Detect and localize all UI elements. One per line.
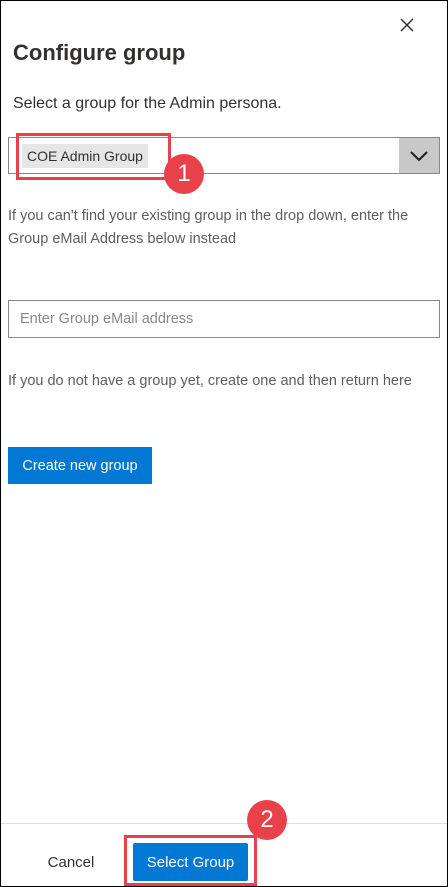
step-badge-2: 2 [247, 800, 287, 840]
group-email-input[interactable] [8, 300, 440, 338]
chevron-down-icon [410, 150, 428, 161]
cancel-button[interactable]: Cancel [36, 843, 106, 881]
highlight-box-1 [16, 133, 171, 180]
subtitle: Select a group for the Admin persona. [13, 95, 282, 112]
help-text-dropdown: If you can't find your existing group in… [8, 208, 409, 247]
create-new-group-button[interactable]: Create new group [8, 447, 152, 484]
highlight-box-2 [124, 835, 257, 886]
help-text-create: If you do not have a group yet, create o… [8, 373, 412, 389]
footer-divider [0, 823, 448, 824]
close-icon [400, 18, 414, 32]
page-title: Configure group [13, 40, 186, 65]
dropdown-toggle[interactable] [399, 138, 439, 173]
close-button[interactable] [396, 14, 418, 36]
step-badge-1: 1 [164, 154, 204, 194]
